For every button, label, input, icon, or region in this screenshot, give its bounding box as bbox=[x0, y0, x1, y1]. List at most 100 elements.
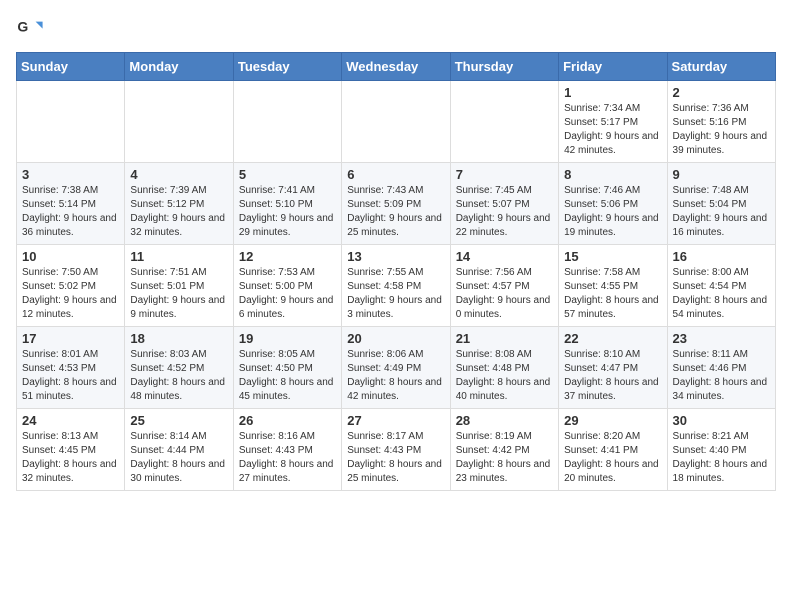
calendar-cell: 28 Sunrise: 8:19 AM Sunset: 4:42 PM Dayli… bbox=[450, 409, 558, 491]
calendar-cell: 24 Sunrise: 8:13 AM Sunset: 4:45 PM Dayli… bbox=[17, 409, 125, 491]
day-info: Sunrise: 8:05 AM Sunset: 4:50 PM Dayligh… bbox=[239, 348, 336, 404]
calendar-week-row: 1 Sunrise: 7:34 AM Sunset: 5:17 PM Daylig… bbox=[17, 81, 776, 163]
day-info: Sunrise: 8:20 AM Sunset: 4:41 PM Dayligh… bbox=[564, 430, 661, 486]
day-info: Sunrise: 8:13 AM Sunset: 4:45 PM Dayligh… bbox=[22, 430, 119, 486]
calendar-cell: 13 Sunrise: 7:55 AM Sunset: 4:58 PM Dayli… bbox=[342, 245, 450, 327]
day-number: 27 bbox=[347, 413, 444, 428]
calendar-cell: 5 Sunrise: 7:41 AM Sunset: 5:10 PM Daylig… bbox=[233, 163, 341, 245]
day-info: Sunrise: 8:03 AM Sunset: 4:52 PM Dayligh… bbox=[130, 348, 227, 404]
day-number: 6 bbox=[347, 167, 444, 182]
calendar-cell: 3 Sunrise: 7:38 AM Sunset: 5:14 PM Daylig… bbox=[17, 163, 125, 245]
day-number: 5 bbox=[239, 167, 336, 182]
day-info: Sunrise: 8:00 AM Sunset: 4:54 PM Dayligh… bbox=[673, 266, 770, 322]
day-header-thursday: Thursday bbox=[450, 53, 558, 81]
day-number: 30 bbox=[673, 413, 770, 428]
day-number: 9 bbox=[673, 167, 770, 182]
day-header-sunday: Sunday bbox=[17, 53, 125, 81]
day-header-friday: Friday bbox=[559, 53, 667, 81]
calendar-cell bbox=[233, 81, 341, 163]
calendar-cell bbox=[450, 81, 558, 163]
day-number: 20 bbox=[347, 331, 444, 346]
calendar-cell bbox=[17, 81, 125, 163]
calendar-cell: 11 Sunrise: 7:51 AM Sunset: 5:01 PM Dayli… bbox=[125, 245, 233, 327]
logo: G bbox=[16, 16, 48, 44]
calendar-cell: 14 Sunrise: 7:56 AM Sunset: 4:57 PM Dayli… bbox=[450, 245, 558, 327]
day-info: Sunrise: 7:48 AM Sunset: 5:04 PM Dayligh… bbox=[673, 184, 770, 240]
page-header: G bbox=[16, 16, 776, 44]
calendar-cell: 7 Sunrise: 7:45 AM Sunset: 5:07 PM Daylig… bbox=[450, 163, 558, 245]
day-info: Sunrise: 7:34 AM Sunset: 5:17 PM Dayligh… bbox=[564, 102, 661, 158]
calendar-cell: 9 Sunrise: 7:48 AM Sunset: 5:04 PM Daylig… bbox=[667, 163, 775, 245]
day-header-wednesday: Wednesday bbox=[342, 53, 450, 81]
calendar-cell: 6Sunrise: 7:43 AM Sunset: 5:09 PM Daylig… bbox=[342, 163, 450, 245]
day-number: 7 bbox=[456, 167, 553, 182]
day-number: 18 bbox=[130, 331, 227, 346]
day-header-saturday: Saturday bbox=[667, 53, 775, 81]
calendar-week-row: 3 Sunrise: 7:38 AM Sunset: 5:14 PM Daylig… bbox=[17, 163, 776, 245]
day-number: 10 bbox=[22, 249, 119, 264]
day-info: Sunrise: 8:06 AM Sunset: 4:49 PM Dayligh… bbox=[347, 348, 444, 404]
calendar-cell: 30 Sunrise: 8:21 AM Sunset: 4:40 PM Dayli… bbox=[667, 409, 775, 491]
day-number: 24 bbox=[22, 413, 119, 428]
calendar: SundayMondayTuesdayWednesdayThursdayFrid… bbox=[16, 52, 776, 491]
day-number: 14 bbox=[456, 249, 553, 264]
calendar-week-row: 17 Sunrise: 8:01 AM Sunset: 4:53 PM Dayli… bbox=[17, 327, 776, 409]
day-number: 17 bbox=[22, 331, 119, 346]
calendar-cell bbox=[342, 81, 450, 163]
calendar-cell: 27 Sunrise: 8:17 AM Sunset: 4:43 PM Dayli… bbox=[342, 409, 450, 491]
day-info: Sunrise: 7:41 AM Sunset: 5:10 PM Dayligh… bbox=[239, 184, 336, 240]
calendar-cell: 4Sunrise: 7:39 AM Sunset: 5:12 PM Daylig… bbox=[125, 163, 233, 245]
day-info: Sunrise: 7:58 AM Sunset: 4:55 PM Dayligh… bbox=[564, 266, 661, 322]
day-info: Sunrise: 8:17 AM Sunset: 4:43 PM Dayligh… bbox=[347, 430, 444, 486]
day-info: Sunrise: 7:46 AM Sunset: 5:06 PM Dayligh… bbox=[564, 184, 661, 240]
day-info: Sunrise: 8:16 AM Sunset: 4:43 PM Dayligh… bbox=[239, 430, 336, 486]
day-number: 26 bbox=[239, 413, 336, 428]
calendar-cell: 16 Sunrise: 8:00 AM Sunset: 4:54 PM Dayli… bbox=[667, 245, 775, 327]
day-info: Sunrise: 7:39 AM Sunset: 5:12 PM Dayligh… bbox=[130, 184, 227, 240]
day-info: Sunrise: 8:19 AM Sunset: 4:42 PM Dayligh… bbox=[456, 430, 553, 486]
day-number: 21 bbox=[456, 331, 553, 346]
calendar-week-row: 10 Sunrise: 7:50 AM Sunset: 5:02 PM Dayli… bbox=[17, 245, 776, 327]
day-number: 25 bbox=[130, 413, 227, 428]
day-info: Sunrise: 7:50 AM Sunset: 5:02 PM Dayligh… bbox=[22, 266, 119, 322]
calendar-cell: 29 Sunrise: 8:20 AM Sunset: 4:41 PM Dayli… bbox=[559, 409, 667, 491]
day-number: 2 bbox=[673, 85, 770, 100]
day-number: 13 bbox=[347, 249, 444, 264]
day-info: Sunrise: 7:51 AM Sunset: 5:01 PM Dayligh… bbox=[130, 266, 227, 322]
day-number: 15 bbox=[564, 249, 661, 264]
day-info: Sunrise: 8:01 AM Sunset: 4:53 PM Dayligh… bbox=[22, 348, 119, 404]
day-number: 23 bbox=[673, 331, 770, 346]
day-info: Sunrise: 7:53 AM Sunset: 5:00 PM Dayligh… bbox=[239, 266, 336, 322]
day-number: 3 bbox=[22, 167, 119, 182]
calendar-header-row: SundayMondayTuesdayWednesdayThursdayFrid… bbox=[17, 53, 776, 81]
calendar-cell: 1 Sunrise: 7:34 AM Sunset: 5:17 PM Daylig… bbox=[559, 81, 667, 163]
calendar-cell bbox=[125, 81, 233, 163]
day-number: 12 bbox=[239, 249, 336, 264]
calendar-cell: 17 Sunrise: 8:01 AM Sunset: 4:53 PM Dayli… bbox=[17, 327, 125, 409]
svg-text:G: G bbox=[17, 18, 28, 34]
day-number: 19 bbox=[239, 331, 336, 346]
day-info: Sunrise: 8:21 AM Sunset: 4:40 PM Dayligh… bbox=[673, 430, 770, 486]
calendar-week-row: 24 Sunrise: 8:13 AM Sunset: 4:45 PM Dayli… bbox=[17, 409, 776, 491]
calendar-cell: 18 Sunrise: 8:03 AM Sunset: 4:52 PM Dayli… bbox=[125, 327, 233, 409]
day-number: 16 bbox=[673, 249, 770, 264]
day-info: Sunrise: 7:36 AM Sunset: 5:16 PM Dayligh… bbox=[673, 102, 770, 158]
day-info: Sunrise: 8:14 AM Sunset: 4:44 PM Dayligh… bbox=[130, 430, 227, 486]
day-header-tuesday: Tuesday bbox=[233, 53, 341, 81]
day-number: 28 bbox=[456, 413, 553, 428]
calendar-cell: 12 Sunrise: 7:53 AM Sunset: 5:00 PM Dayli… bbox=[233, 245, 341, 327]
day-info: Sunrise: 7:38 AM Sunset: 5:14 PM Dayligh… bbox=[22, 184, 119, 240]
day-number: 22 bbox=[564, 331, 661, 346]
logo-icon: G bbox=[16, 16, 44, 44]
day-info: Sunrise: 7:56 AM Sunset: 4:57 PM Dayligh… bbox=[456, 266, 553, 322]
day-number: 11 bbox=[130, 249, 227, 264]
day-header-monday: Monday bbox=[125, 53, 233, 81]
day-number: 1 bbox=[564, 85, 661, 100]
calendar-cell: 8Sunrise: 7:46 AM Sunset: 5:06 PM Daylig… bbox=[559, 163, 667, 245]
calendar-cell: 20 Sunrise: 8:06 AM Sunset: 4:49 PM Dayli… bbox=[342, 327, 450, 409]
calendar-cell: 10 Sunrise: 7:50 AM Sunset: 5:02 PM Dayli… bbox=[17, 245, 125, 327]
day-number: 29 bbox=[564, 413, 661, 428]
day-info: Sunrise: 7:45 AM Sunset: 5:07 PM Dayligh… bbox=[456, 184, 553, 240]
day-info: Sunrise: 7:55 AM Sunset: 4:58 PM Dayligh… bbox=[347, 266, 444, 322]
calendar-cell: 15 Sunrise: 7:58 AM Sunset: 4:55 PM Dayli… bbox=[559, 245, 667, 327]
